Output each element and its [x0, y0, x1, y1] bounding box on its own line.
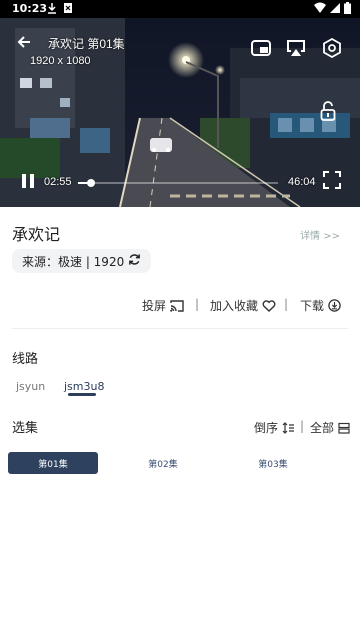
- download-button[interactable]: 下载: [300, 297, 341, 314]
- status-time: 10:23: [12, 2, 48, 15]
- video-resolution: 1920 x 1080: [30, 55, 91, 67]
- current-time: 02:55: [44, 176, 72, 188]
- back-arrow-icon: [16, 34, 32, 54]
- battery-icon: [344, 2, 351, 17]
- heart-icon: [262, 299, 276, 312]
- all-label: 全部: [310, 421, 335, 435]
- separator: |: [284, 297, 289, 311]
- episode-button-02[interactable]: 第02集: [118, 452, 208, 474]
- sort-button[interactable]: 倒序: [254, 419, 295, 436]
- cast-icon: [170, 299, 184, 312]
- list-icon: [338, 422, 350, 434]
- fullscreen-icon: [323, 171, 341, 193]
- download-icon: [328, 299, 341, 312]
- lock-button[interactable]: [318, 101, 338, 125]
- airplay-icon: [286, 39, 306, 61]
- favorite-label: 加入收藏: [210, 299, 259, 313]
- fullscreen-button[interactable]: [321, 171, 343, 193]
- refresh-icon: [128, 253, 141, 269]
- pip-icon: [251, 40, 271, 60]
- duration: 46:04: [288, 176, 316, 188]
- episode-label: 第01集: [38, 459, 68, 470]
- download-label: 下载: [300, 299, 325, 313]
- unlock-icon: [320, 101, 336, 125]
- episode-button-01[interactable]: 第01集: [8, 452, 98, 474]
- progress-thumb[interactable]: [86, 179, 95, 187]
- sort-label: 倒序: [254, 421, 279, 435]
- download-status-icon: [47, 2, 57, 17]
- separator: |: [300, 419, 305, 433]
- cast-button[interactable]: 投屏: [142, 297, 184, 314]
- status-bar: 10:23: [0, 0, 360, 18]
- airplay-button[interactable]: [285, 40, 307, 60]
- episodes-heading: 选集: [12, 421, 39, 436]
- divider: [12, 328, 348, 329]
- all-episodes-button[interactable]: 全部: [310, 419, 350, 436]
- separator: |: [195, 297, 200, 311]
- route-tab-jsm3u8[interactable]: jsm3u8: [64, 380, 104, 393]
- route-tab-jsyun[interactable]: jsyun: [16, 380, 45, 393]
- settings-hex-icon: [322, 37, 342, 62]
- route-active-indicator: [68, 393, 96, 396]
- back-button[interactable]: [14, 34, 34, 54]
- sort-icon: [282, 421, 295, 434]
- progress-bar[interactable]: [78, 179, 278, 187]
- pause-icon: [21, 173, 35, 192]
- video-player[interactable]: 承欢记 第01集 1920 x 1080 02:55 46:04: [0, 18, 360, 207]
- action-bar: 投屏 | 加入收藏 | 下载: [0, 297, 360, 315]
- detail-link[interactable]: 详情 >>: [300, 227, 340, 242]
- episode-button-03[interactable]: 第03集: [228, 452, 318, 474]
- notification-status-icon: [63, 2, 73, 17]
- pip-button[interactable]: [250, 40, 272, 60]
- source-selector[interactable]: 来源：极速 | 1920: [12, 249, 152, 273]
- settings-button[interactable]: [321, 37, 343, 62]
- routes-heading: 线路: [12, 352, 39, 367]
- favorite-button[interactable]: 加入收藏: [210, 297, 276, 314]
- video-title: 承欢记 第01集: [48, 37, 125, 51]
- cast-label: 投屏: [142, 299, 167, 313]
- episode-label: 第03集: [258, 459, 288, 470]
- wifi-icon: [314, 2, 326, 17]
- episode-label: 第02集: [148, 459, 178, 470]
- source-label: 来源：极速 | 1920: [22, 254, 125, 269]
- signal-icon: [330, 2, 340, 17]
- show-title: 承欢记: [12, 227, 61, 244]
- pause-button[interactable]: [18, 173, 38, 191]
